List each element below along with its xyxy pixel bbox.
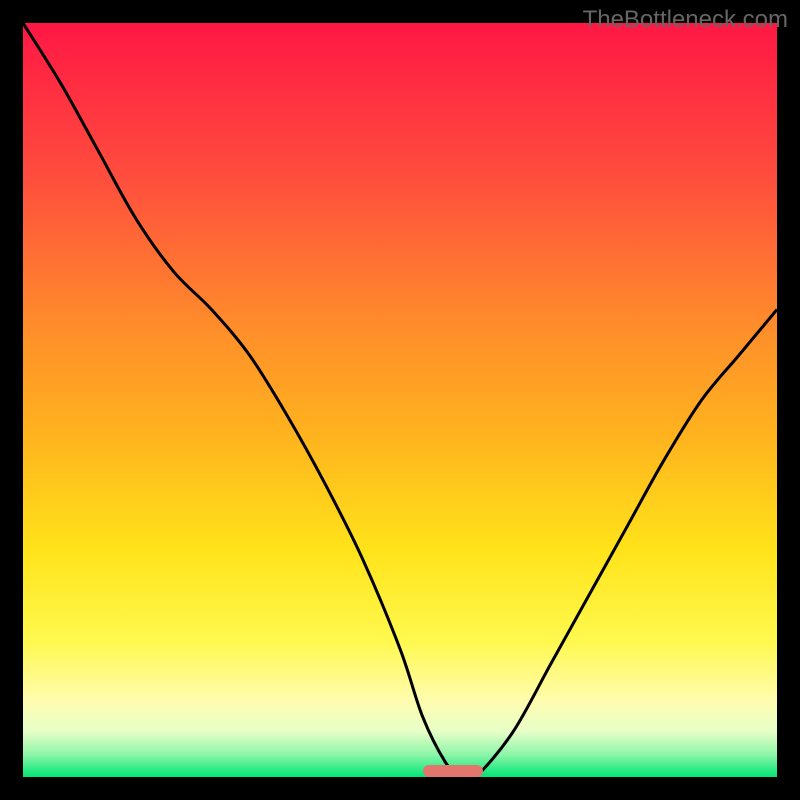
optimal-range-marker — [423, 765, 483, 777]
gradient-background — [23, 23, 777, 777]
watermark-text: TheBottleneck.com — [583, 6, 788, 34]
chart-frame — [23, 23, 777, 777]
